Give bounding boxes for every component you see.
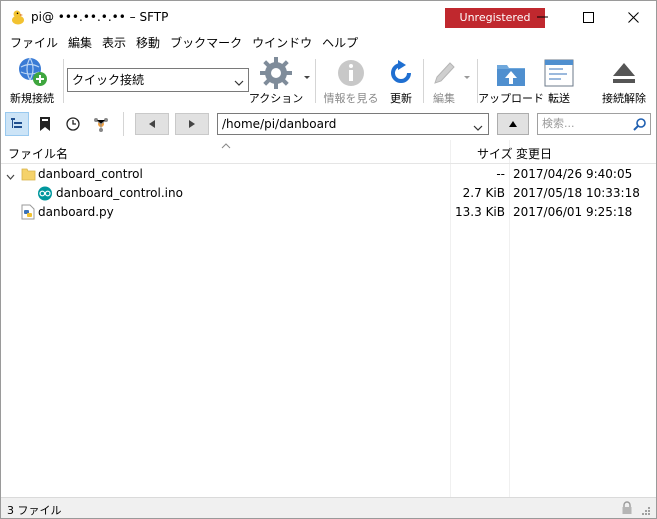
column-header-name[interactable]: ファイル名 xyxy=(8,145,68,162)
browser-view-icon[interactable] xyxy=(5,112,29,136)
search-input[interactable]: 検索... xyxy=(537,113,651,135)
menu-window[interactable]: ウインドウ xyxy=(247,33,317,53)
file-modified: 2017/05/18 10:33:18 xyxy=(513,186,640,200)
file-size: 13.3 KiB xyxy=(455,205,505,219)
file-size: 2.7 KiB xyxy=(462,186,505,200)
forward-button[interactable] xyxy=(175,113,209,135)
toolbar-separator xyxy=(315,59,316,103)
cyberduck-icon xyxy=(10,9,26,25)
table-row[interactable]: danboard_control.ino 2.7 KiB 2017/05/18 … xyxy=(1,184,656,203)
file-modified: 2017/04/26 9:40:05 xyxy=(513,167,633,181)
status-text: 3 ファイル xyxy=(7,504,62,517)
status-bar: 3 ファイル xyxy=(1,497,656,518)
pencil-icon xyxy=(427,56,461,90)
chevron-down-icon xyxy=(473,119,483,139)
file-name: danboard_control.ino xyxy=(56,186,183,200)
menu-go[interactable]: 移動 xyxy=(131,33,165,53)
file-list: ファイル名 サイズ 変更日 danboard_control -- 2017/0… xyxy=(1,140,656,497)
file-name: danboard.py xyxy=(38,205,114,219)
new-connection-button[interactable]: 新規接続 xyxy=(5,53,59,108)
info-label: 情報を見る xyxy=(323,92,379,105)
action-button[interactable]: アクション xyxy=(248,53,304,108)
refresh-button[interactable]: 更新 xyxy=(383,53,419,108)
action-label: アクション xyxy=(248,92,304,105)
table-row[interactable]: danboard_control -- 2017/04/26 9:40:05 xyxy=(1,165,656,184)
edit-label: 編集 xyxy=(433,92,455,105)
menu-view[interactable]: 表示 xyxy=(97,33,131,53)
edit-button[interactable]: 編集 xyxy=(427,53,461,108)
bonjour-icon[interactable] xyxy=(89,112,113,136)
parent-directory-button[interactable] xyxy=(497,113,529,135)
info-icon xyxy=(334,56,368,90)
arrow-right-icon xyxy=(189,120,195,128)
navigation-bar: /home/pi/danboard 検索... xyxy=(1,108,656,140)
info-button[interactable]: 情報を見る xyxy=(321,53,381,108)
title-bar: pi@ •••.••.•.•• – SFTP Unregistered xyxy=(1,1,656,33)
new-connection-label: 新規接続 xyxy=(10,92,54,105)
resize-grip-icon[interactable] xyxy=(641,505,651,519)
transfer-button[interactable]: 転送 xyxy=(541,53,577,108)
menu-edit[interactable]: 編集 xyxy=(63,33,97,53)
quick-connect-select[interactable]: クイック接続 xyxy=(67,68,249,92)
upload-icon xyxy=(494,56,528,90)
menu-help[interactable]: ヘルプ xyxy=(317,33,363,53)
new-connection-icon xyxy=(15,56,49,90)
path-select[interactable]: /home/pi/danboard xyxy=(217,113,489,135)
refresh-icon xyxy=(384,56,418,90)
file-size: -- xyxy=(496,167,505,181)
maximize-button[interactable] xyxy=(565,1,611,33)
app-window: pi@ •••.••.•.•• – SFTP Unregistered ファイル… xyxy=(0,0,657,519)
search-icon[interactable] xyxy=(633,117,647,138)
sort-ascending-icon xyxy=(221,138,231,152)
refresh-label: 更新 xyxy=(390,92,412,105)
column-header-size[interactable]: サイズ xyxy=(477,145,513,162)
table-row[interactable]: danboard.py 13.3 KiB 2017/06/01 9:25:18 xyxy=(1,203,656,222)
folder-icon xyxy=(21,167,36,184)
upload-button[interactable]: アップロード xyxy=(478,53,544,108)
upload-label: アップロード xyxy=(478,92,544,105)
window-title: pi@ •••.••.•.•• – SFTP xyxy=(31,10,169,24)
toolbar: 新規接続 クイック接続 アクション 情報を見る 更新 編集 アップロード 転送 … xyxy=(1,53,656,108)
lock-icon[interactable] xyxy=(621,501,633,518)
transfer-window-icon xyxy=(542,56,576,90)
disconnect-button[interactable]: 接続解除 xyxy=(595,53,653,108)
transfer-label: 転送 xyxy=(548,92,570,105)
file-modified: 2017/06/01 9:25:18 xyxy=(513,205,633,219)
bookmark-icon[interactable] xyxy=(33,112,57,136)
quick-connect-value: クイック接続 xyxy=(72,73,145,87)
column-header-modified[interactable]: 変更日 xyxy=(516,145,552,162)
action-dropdown-icon[interactable] xyxy=(303,75,311,81)
gear-icon xyxy=(259,56,293,90)
menu-bookmark[interactable]: ブックマーク xyxy=(165,33,247,53)
arduino-file-icon xyxy=(37,186,53,204)
toolbar-separator xyxy=(63,59,64,103)
python-file-icon xyxy=(21,204,35,223)
minimize-button[interactable] xyxy=(519,1,565,33)
menu-bar: ファイル 編集 表示 移動 ブックマーク ウインドウ ヘルプ xyxy=(1,33,656,53)
nav-separator xyxy=(123,112,124,136)
file-name: danboard_control xyxy=(38,167,143,181)
toolbar-separator xyxy=(423,59,424,103)
edit-dropdown-icon[interactable] xyxy=(463,75,471,81)
arrow-left-icon xyxy=(149,120,155,128)
eject-icon xyxy=(607,56,641,90)
file-list-header: ファイル名 サイズ 変更日 xyxy=(1,140,656,164)
menu-file[interactable]: ファイル xyxy=(5,33,63,53)
disconnect-label: 接続解除 xyxy=(602,92,646,105)
history-icon[interactable] xyxy=(61,112,85,136)
chevron-down-icon[interactable] xyxy=(6,170,15,184)
chevron-down-icon xyxy=(234,73,244,95)
path-value: /home/pi/danboard xyxy=(222,117,337,131)
back-button[interactable] xyxy=(135,113,169,135)
search-placeholder: 検索... xyxy=(542,117,575,130)
arrow-up-icon xyxy=(509,121,517,127)
close-button[interactable] xyxy=(610,1,656,33)
